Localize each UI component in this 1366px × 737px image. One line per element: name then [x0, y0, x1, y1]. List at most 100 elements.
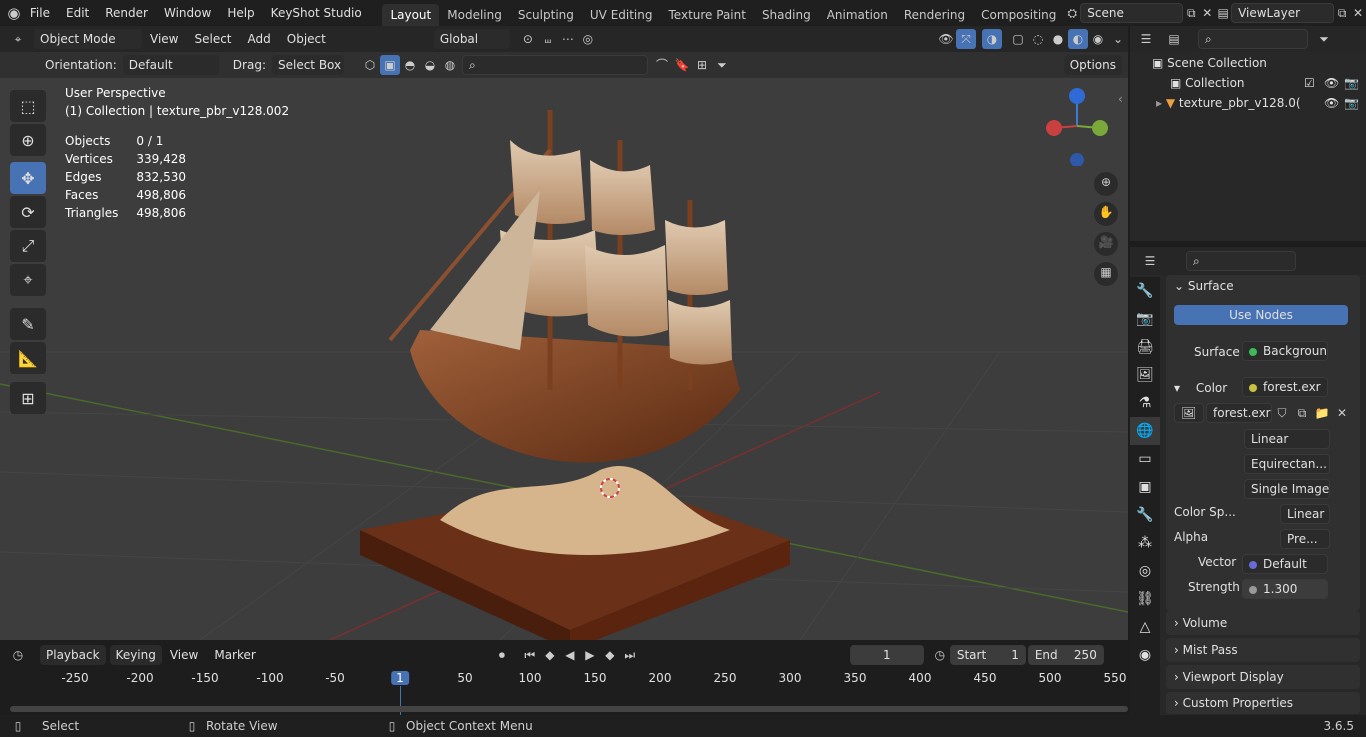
timeline-editor-icon[interactable]: ◷	[8, 645, 28, 665]
outliner-editor-icon[interactable]: ☰	[1136, 29, 1156, 49]
menu-file[interactable]: File	[22, 0, 58, 26]
zoom-icon[interactable]: ⊕	[1094, 172, 1118, 196]
interpolation-dropdown[interactable]: Linear	[1244, 429, 1330, 449]
gizmo-icon[interactable]: ⤧	[956, 29, 976, 49]
overlays-icon[interactable]: ◑	[982, 29, 1002, 49]
snap-icon[interactable]: ⧢	[538, 29, 558, 49]
color-row[interactable]: ▾ Color	[1174, 377, 1227, 399]
annotate-tool-icon[interactable]: ✎	[10, 308, 46, 340]
colorspace-dropdown[interactable]: Linear	[1280, 504, 1330, 524]
wireframe-shading-icon[interactable]: ◌	[1028, 29, 1048, 49]
unlink-icon[interactable]: ✕	[1332, 403, 1352, 423]
strength-field[interactable]: 1.300	[1242, 579, 1328, 599]
end-frame-field[interactable]: End 250	[1027, 645, 1104, 665]
proportional-edit-icon[interactable]: ◎	[578, 29, 598, 49]
tab-animation[interactable]: Animation	[819, 4, 896, 26]
vp-menu-add[interactable]: Add	[240, 26, 279, 52]
scene-field[interactable]: Scene	[1080, 3, 1184, 23]
constraints-tab-icon[interactable]: ⛓	[1130, 585, 1160, 613]
menu-help[interactable]: Help	[219, 0, 262, 26]
custom-properties-panel[interactable]: › Custom Properties	[1166, 692, 1360, 714]
collection-item[interactable]: ▣ Collection ☑ 👁 📷	[1170, 72, 1360, 94]
camera-render-icon[interactable]: 📷	[1344, 72, 1359, 94]
mode-dropdown[interactable]: Object Mode	[34, 29, 142, 49]
menu-edit[interactable]: Edit	[58, 0, 97, 26]
tab-modeling[interactable]: Modeling	[439, 4, 510, 26]
prev-keyframe-icon[interactable]: ◆	[540, 645, 560, 665]
alpha-dropdown[interactable]: Pre...	[1280, 529, 1330, 549]
mist-pass-panel[interactable]: › Mist Pass	[1166, 638, 1360, 662]
checkbox-icon[interactable]: ☑	[1304, 72, 1315, 94]
timeline-scrollbar[interactable]	[10, 706, 1128, 712]
eye-icon[interactable]: 👁	[1324, 92, 1339, 114]
start-frame-field[interactable]: Start 1	[949, 645, 1026, 665]
color-value[interactable]: forest.exr	[1242, 377, 1328, 397]
tab-texture-paint[interactable]: Texture Paint	[661, 4, 754, 26]
move-tool-icon[interactable]: ✥	[10, 162, 46, 194]
xray-icon[interactable]: ▢	[1008, 29, 1028, 49]
blender-logo-icon[interactable]: ◉	[6, 3, 22, 23]
scene-collection-item[interactable]: ▣ Scene Collection	[1152, 52, 1267, 74]
delete-scene-icon[interactable]: ✕	[1199, 3, 1215, 23]
expand-arrow-icon[interactable]: ▸	[1156, 96, 1166, 110]
projection-dropdown[interactable]: Equirectan...	[1244, 454, 1330, 474]
timeline-view-menu[interactable]: View	[162, 642, 206, 668]
select-tool-icon[interactable]: ⬚	[10, 90, 46, 122]
collection-tab-icon[interactable]: ▭	[1130, 445, 1160, 473]
display-mode-icon[interactable]: ▤	[1164, 29, 1184, 49]
viewport-display-panel[interactable]: › Viewport Display	[1166, 665, 1360, 689]
editor-type-icon[interactable]: ⌖	[8, 29, 28, 49]
eye-icon[interactable]: 👁	[1324, 72, 1339, 94]
vp-menu-view[interactable]: View	[142, 26, 186, 52]
render-tab-icon[interactable]: 📷	[1130, 305, 1160, 333]
tab-sculpting[interactable]: Sculpting	[510, 4, 582, 26]
new-view-layer-icon[interactable]: ⧉	[1334, 3, 1350, 23]
rendered-shading-icon[interactable]: ◉	[1088, 29, 1108, 49]
menu-render[interactable]: Render	[97, 0, 156, 26]
solid-shading-icon[interactable]: ●	[1048, 29, 1068, 49]
collapse-arrow-icon[interactable]: ‹	[1118, 92, 1123, 106]
transform-tool-icon[interactable]: ⌖	[10, 264, 46, 296]
tab-layout[interactable]: Layout	[382, 3, 440, 26]
scene-icon[interactable]: ⛭	[1064, 3, 1080, 23]
snap-target-icon[interactable]: ⋯	[558, 29, 578, 49]
clock-icon[interactable]: ◷	[930, 645, 950, 665]
keying-menu[interactable]: Keying	[109, 645, 162, 665]
3d-viewport[interactable]: Orientation: Default Drag: Select Box ⬡ …	[0, 52, 1128, 640]
surface-panel-header[interactable]: ⌄ Surface	[1174, 275, 1234, 297]
playback-menu[interactable]: Playback	[40, 645, 106, 665]
cursor-tool-icon[interactable]: ⊕	[10, 124, 46, 156]
vp-menu-object[interactable]: Object	[279, 26, 334, 52]
vector-value[interactable]: Default	[1242, 554, 1328, 574]
pivot-icon[interactable]: ⊙	[518, 29, 538, 49]
menu-window[interactable]: Window	[156, 0, 219, 26]
material-tab-icon[interactable]: ◉	[1130, 641, 1160, 669]
add-cube-tool-icon[interactable]: ⊞	[10, 382, 46, 414]
navigation-gizmo[interactable]	[1040, 86, 1116, 166]
tab-rendering[interactable]: Rendering	[896, 4, 973, 26]
jump-start-icon[interactable]: ⏮	[520, 645, 540, 665]
folder-icon[interactable]: 📁	[1312, 403, 1332, 423]
image-browse-icon[interactable]: 🖼	[1174, 403, 1204, 423]
world-tab-icon[interactable]: 🌐	[1130, 417, 1160, 445]
tab-compositing[interactable]: Compositing	[973, 4, 1064, 26]
volume-panel[interactable]: › Volume	[1166, 611, 1360, 635]
grid-view-icon[interactable]: ▦	[1094, 262, 1118, 286]
scene-tab-icon[interactable]: ⚗	[1130, 389, 1160, 417]
next-keyframe-icon[interactable]: ◆	[600, 645, 620, 665]
play-reverse-icon[interactable]: ◀	[560, 645, 580, 665]
duplicate-icon[interactable]: ⧉	[1292, 403, 1312, 423]
shading-options-icon[interactable]: ⌄	[1108, 29, 1128, 49]
data-tab-icon[interactable]: △	[1130, 613, 1160, 641]
object-item[interactable]: ▸ ▼ texture_pbr_v128.0( 👁 📷	[1156, 92, 1360, 114]
view-layer-tab-icon[interactable]: 🖼	[1130, 361, 1160, 389]
ship-model[interactable]	[350, 90, 800, 640]
tab-uv-editing[interactable]: UV Editing	[582, 4, 661, 26]
transform-orientation-dropdown[interactable]: Global	[433, 29, 510, 49]
filter-icon[interactable]: ⏷	[1314, 29, 1334, 49]
menu-keyshot[interactable]: KeyShot Studio	[263, 0, 370, 26]
view-layer-field[interactable]: ViewLayer	[1231, 3, 1335, 23]
particles-tab-icon[interactable]: ⁂	[1130, 529, 1160, 557]
modifier-tab-icon[interactable]: 🔧	[1130, 501, 1160, 529]
fake-user-icon[interactable]: ⛉	[1272, 403, 1292, 423]
